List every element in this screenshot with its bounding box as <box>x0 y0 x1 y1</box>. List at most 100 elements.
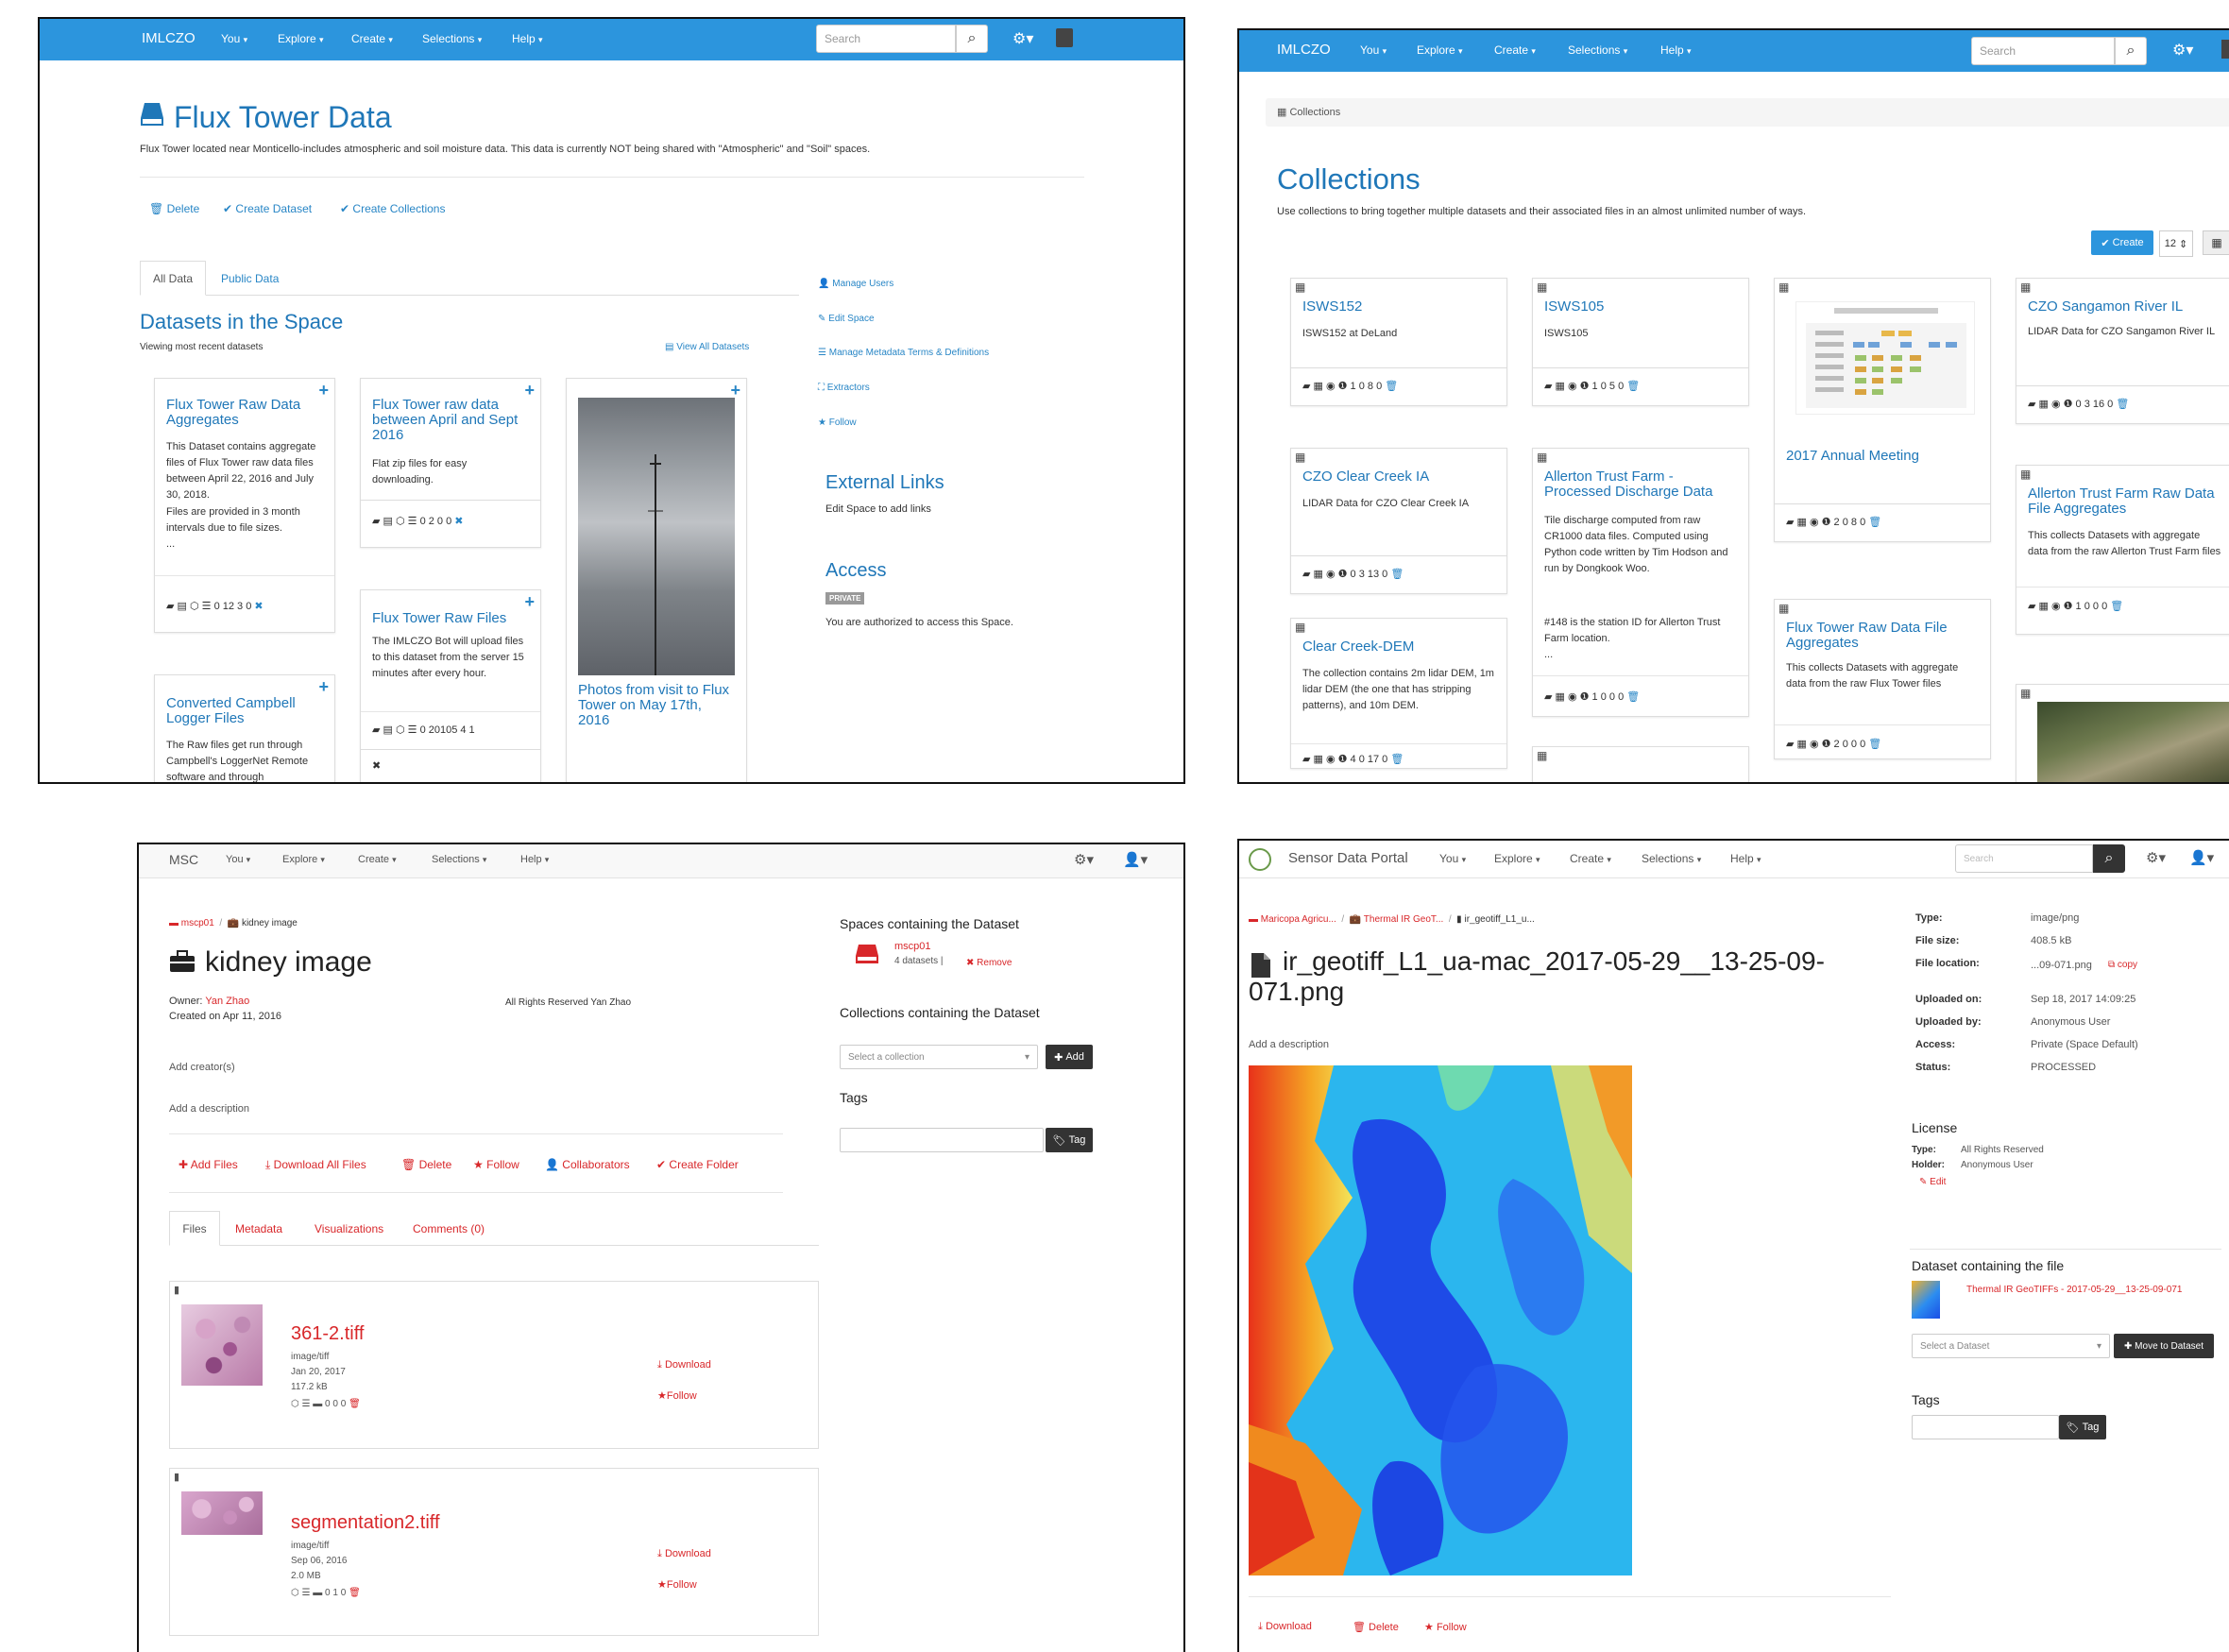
trash-icon[interactable]: 🗑 <box>2116 399 2129 410</box>
search-button[interactable]: ⌕ <box>2093 844 2125 873</box>
nav-help[interactable]: Help ▾ <box>512 32 543 45</box>
nav-you[interactable]: You ▾ <box>1360 43 1387 57</box>
file-list-item[interactable]: ▮ 361-2.tiff image/tiff Jan 20, 2017 117… <box>169 1281 819 1449</box>
trash-icon[interactable]: 🗑 <box>1626 691 1640 703</box>
create-dataset-button[interactable]: ✔ Create Dataset <box>223 202 312 215</box>
add-description-link[interactable]: Add a description <box>169 1103 249 1115</box>
collection-card[interactable]: ▦ CZO Sangamon River IL LIDAR Data for C… <box>2016 278 2229 386</box>
dataset-card[interactable]: + Flux Tower raw data between April and … <box>360 378 541 501</box>
dataset-card[interactable]: + Flux Tower Raw Files The IMLCZO Bot wi… <box>360 589 541 750</box>
leaf-logo-icon[interactable] <box>1249 848 1271 871</box>
tag-input[interactable] <box>840 1128 1044 1152</box>
nav-explore[interactable]: Explore ▾ <box>1494 852 1540 865</box>
brand-link[interactable]: Sensor Data Portal <box>1288 850 1408 866</box>
file-follow-button[interactable]: ★Follow <box>657 1389 697 1402</box>
add-tag-button[interactable]: 🏷 Tag <box>1046 1128 1093 1152</box>
space-link[interactable]: mscp01 <box>894 941 931 952</box>
create-collections-button[interactable]: ✔ Create Collections <box>340 202 445 215</box>
nav-you[interactable]: You ▾ <box>221 32 247 45</box>
nav-create[interactable]: Create ▾ <box>1494 43 1536 57</box>
follow-button[interactable]: ★ Follow <box>473 1158 519 1171</box>
tower-photo-thumbnail[interactable] <box>578 398 735 675</box>
nav-help[interactable]: Help ▾ <box>1730 852 1761 865</box>
tab-comments[interactable]: Comments (0) <box>413 1222 485 1235</box>
dataset-card-title[interactable]: Flux Tower raw data between April and Se… <box>372 398 531 443</box>
nav-selections[interactable]: Selections ▾ <box>432 854 486 865</box>
collection-card[interactable]: ▦ ISWS152 ISWS152 at DeLand <box>1290 278 1507 368</box>
collection-card[interactable]: ▦ Allerton Trust Farm Raw Data File Aggr… <box>2016 465 2229 635</box>
tag-input[interactable] <box>1912 1415 2059 1439</box>
search-input[interactable]: Search <box>816 25 956 53</box>
nav-selections[interactable]: Selections ▾ <box>422 32 482 45</box>
file-name-link[interactable]: 361-2.tiff <box>291 1323 364 1345</box>
add-tag-button[interactable]: 🏷 Tag <box>2059 1415 2106 1439</box>
owner-link[interactable]: Yan Zhao <box>205 996 249 1007</box>
collection-card[interactable]: ▦ <box>2016 684 2229 782</box>
nav-create[interactable]: Create ▾ <box>358 854 397 865</box>
remove-space-button[interactable]: ✖ Remove <box>966 958 1012 968</box>
collection-card[interactable]: ▦ ISWS105 ISWS105 <box>1532 278 1749 368</box>
nav-you[interactable]: You ▾ <box>1439 852 1466 865</box>
trash-icon[interactable]: 🗑 <box>2110 601 2123 612</box>
tab-visualizations[interactable]: Visualizations <box>315 1222 383 1235</box>
settings-gear-icon[interactable]: ⚙▾ <box>1074 851 1094 868</box>
breadcrumb-space[interactable]: ▬ Maricopa Agricu... <box>1249 914 1336 925</box>
user-avatar[interactable] <box>2221 40 2229 59</box>
tab-metadata[interactable]: Metadata <box>235 1222 282 1235</box>
collection-card[interactable]: ▦ <box>1532 746 1749 782</box>
brand-link[interactable]: MSC <box>169 852 198 867</box>
trash-icon[interactable]: 🗑 <box>1868 739 1881 750</box>
dataset-card-title[interactable]: Converted Campbell Logger Files <box>166 696 325 726</box>
file-thumbnail[interactable] <box>181 1304 263 1386</box>
search-input[interactable]: Search <box>1971 37 2115 65</box>
collection-card[interactable]: ▦ CZO Clear Creek IA LIDAR Data for CZO … <box>1290 448 1507 556</box>
trash-icon[interactable]: 🗑 <box>1626 381 1640 392</box>
collaborators-button[interactable]: 👤 Collaborators <box>545 1158 630 1171</box>
remove-x-icon[interactable]: ✖ <box>254 601 263 612</box>
search-button[interactable]: ⌕ <box>956 25 988 53</box>
collection-title[interactable]: Allerton Trust Farm - Processed Discharg… <box>1544 469 1739 500</box>
nav-create[interactable]: Create ▾ <box>1570 852 1611 865</box>
trash-icon[interactable]: 🗑 <box>349 1588 361 1598</box>
dataset-card-title[interactable]: Flux Tower Raw Files <box>372 611 531 626</box>
brand-link[interactable]: IMLCZO <box>142 30 196 46</box>
trash-icon[interactable]: 🗑 <box>1390 754 1404 765</box>
extractors-link[interactable]: ⛶ Extractors <box>818 383 870 393</box>
add-creators-link[interactable]: Add creator(s) <box>169 1062 235 1073</box>
manage-users-link[interactable]: 👤 Manage Users <box>818 279 893 289</box>
collection-title[interactable]: 2017 Annual Meeting <box>1786 449 1981 464</box>
collection-title[interactable]: CZO Sangamon River IL <box>2028 299 2229 315</box>
create-folder-button[interactable]: ✔ Create Folder <box>656 1158 739 1171</box>
settings-gear-icon[interactable]: ⚙▾ <box>2146 849 2166 866</box>
user-avatar-icon[interactable]: 👤▾ <box>2189 849 2214 866</box>
file-name-link[interactable]: segmentation2.tiff <box>291 1512 440 1534</box>
collection-card[interactable]: ▦ Allerton Trust Farm - Processed Discha… <box>1532 448 1749 717</box>
delete-button[interactable]: 🗑 Delete <box>401 1158 451 1171</box>
edit-license-button[interactable]: ✎ Edit <box>1919 1177 1946 1187</box>
delete-button[interactable]: 🗑 Delete <box>149 202 199 215</box>
add-plus-icon[interactable]: + <box>318 677 329 697</box>
delete-button[interactable]: 🗑 Delete <box>1353 1621 1399 1633</box>
breadcrumb-collections[interactable]: ▦ Collections <box>1277 106 1340 118</box>
nav-explore[interactable]: Explore ▾ <box>1417 43 1463 57</box>
dataset-card-title[interactable]: Flux Tower Raw Data Aggregates <box>166 398 325 428</box>
nav-help[interactable]: Help ▾ <box>520 854 549 865</box>
settings-gear-icon[interactable]: ⚙▾ <box>1012 29 1033 48</box>
page-size-select[interactable]: 12 ⇕ <box>2159 230 2193 257</box>
breadcrumb-dataset[interactable]: 💼 Thermal IR GeoT... <box>1350 914 1444 925</box>
edit-space-link[interactable]: ✎ Edit Space <box>818 314 875 324</box>
nav-selections[interactable]: Selections ▾ <box>1642 852 1701 865</box>
user-avatar[interactable] <box>1056 28 1073 47</box>
collection-title[interactable]: Allerton Trust Farm Raw Data File Aggreg… <box>2028 486 2222 517</box>
dataset-link[interactable]: Thermal IR GeoTIFFs - 2017-05-29__13-25-… <box>1966 1285 2182 1295</box>
dataset-card[interactable]: + Flux Tower Raw Data Aggregates This Da… <box>154 378 335 633</box>
view-all-datasets-link[interactable]: ▤ View All Datasets <box>665 342 749 352</box>
settings-gear-icon[interactable]: ⚙▾ <box>2172 41 2193 60</box>
add-files-button[interactable]: ✚ Add Files <box>179 1158 238 1171</box>
search-button[interactable]: ⌕ <box>2115 37 2147 65</box>
download-button[interactable]: ⤓ Download <box>1258 1621 1312 1633</box>
annual-meeting-thumbnail[interactable] <box>1795 301 1975 415</box>
remove-x-icon[interactable]: ✖ <box>454 516 463 527</box>
nav-help[interactable]: Help ▾ <box>1660 43 1692 57</box>
add-collection-button[interactable]: ✚ Add <box>1046 1045 1093 1069</box>
